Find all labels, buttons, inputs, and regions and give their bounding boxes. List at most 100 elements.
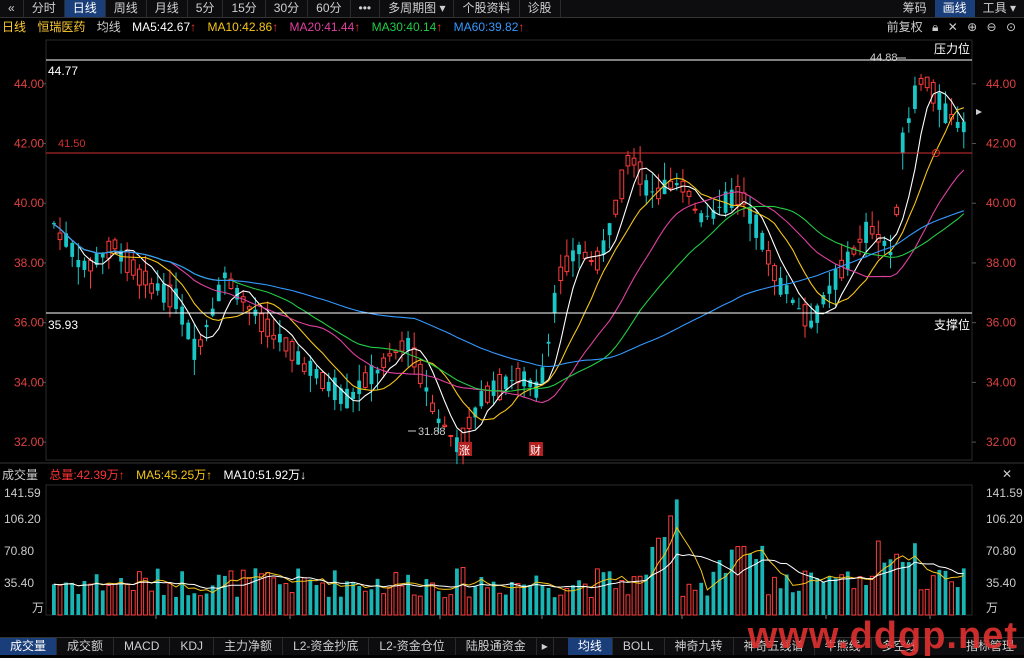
support-label: 支撑位 [934, 317, 970, 332]
tab-nine-turn[interactable]: 神奇九转 [665, 638, 734, 655]
candle [607, 223, 612, 236]
tag-cai[interactable]: 财 [530, 443, 541, 457]
volume-bar [375, 578, 380, 615]
candle [70, 242, 75, 257]
volume-bar [802, 570, 808, 616]
volume-bar [271, 577, 277, 616]
volume-bar [216, 574, 221, 615]
tab-volume[interactable]: 成交量 [0, 638, 58, 655]
tag-zhang[interactable]: 涨 [459, 444, 470, 457]
volume-bar [765, 594, 771, 616]
volume-bar [882, 562, 887, 615]
volume-close-icon[interactable]: ✕ [1002, 467, 1012, 481]
volume-bar [491, 581, 496, 615]
candle [271, 334, 277, 340]
candle [571, 250, 575, 262]
price-tick-right: 44.00 [986, 77, 1016, 91]
volume-info-line: 成交量 总量:42.39万↑ MA5:45.25万↑ MA10:51.92万↓ [0, 466, 1024, 484]
volume-bar [136, 571, 142, 616]
candle [833, 269, 838, 290]
volume-bar [674, 499, 679, 615]
ma20-line [53, 169, 965, 404]
volume-bar [937, 569, 942, 615]
volume-bar [259, 573, 264, 616]
volume-bar [149, 590, 154, 616]
current-price-pointer-icon [976, 109, 982, 115]
candle [424, 387, 429, 392]
candle [381, 357, 387, 368]
volume-bar [64, 582, 68, 615]
volume-tick-left: 106.20 [4, 512, 41, 526]
volume-bar [857, 576, 863, 616]
volume-bar [894, 553, 900, 616]
candle [918, 77, 924, 85]
candle [924, 76, 930, 89]
volume-bar [924, 588, 930, 616]
volume-bar [637, 575, 643, 616]
candle [930, 81, 936, 104]
candle [283, 337, 289, 352]
volume-bar [809, 572, 814, 615]
volume-bar [528, 584, 533, 615]
volume-bar [705, 595, 710, 615]
candle [510, 380, 514, 382]
tab-kdj[interactable]: KDJ [170, 638, 215, 655]
volume-bar [387, 586, 393, 616]
volume-bar [497, 592, 503, 616]
volume-bar [204, 593, 209, 615]
candle [784, 285, 789, 295]
volume-ma5: MA5:45.25万↑ [136, 468, 213, 482]
date-tick: 2022/07 [4, 619, 48, 620]
tab-l2-position[interactable]: L2-资金仓位 [369, 638, 456, 655]
volume-bar [784, 574, 789, 615]
volume-bar [607, 571, 612, 615]
candle [143, 270, 148, 286]
tab-l2-bottom[interactable]: L2-资金抄底 [283, 638, 370, 655]
volume-bar [662, 537, 667, 615]
tab-boll[interactable]: BOLL [613, 638, 665, 655]
candle [809, 320, 814, 328]
volume-bar [308, 579, 313, 615]
volume-bar [503, 594, 508, 615]
volume-bar [100, 590, 105, 615]
candle [289, 341, 295, 361]
volume-bar [442, 597, 448, 616]
candle [588, 259, 594, 262]
candle [259, 313, 264, 333]
tab-main-net[interactable]: 主力净额 [214, 638, 284, 655]
price-tick-left: 38.00 [14, 256, 44, 270]
candle [522, 371, 526, 387]
volume-bar [210, 585, 215, 615]
volume-tick-left: 35.40 [4, 576, 34, 590]
candle [869, 225, 875, 235]
candle [913, 85, 917, 109]
candle [436, 418, 441, 424]
candle [894, 206, 900, 216]
candle [387, 353, 393, 357]
date-tick: 10 [434, 619, 448, 620]
kline-chart[interactable]: 44.77 35.93 41.50 压力位 支撑位 44.88 31.88 涨 … [0, 0, 1024, 620]
tab-macd[interactable]: MACD [114, 638, 171, 655]
tab-turnover[interactable]: 成交额 [57, 638, 115, 655]
volume-bar [955, 587, 960, 615]
tabs-more-icon[interactable]: ▸ [537, 638, 554, 655]
tab-ma[interactable]: 均线 [567, 638, 613, 655]
volume-tick-right: 141.59 [986, 486, 1023, 500]
candle [100, 253, 105, 258]
volume-bar [130, 589, 136, 616]
candle [864, 221, 868, 243]
tab-hk-connect[interactable]: 陆股通资金 [456, 638, 537, 655]
candle [540, 367, 545, 384]
high-mark: 44.88 [870, 52, 898, 64]
candle [797, 308, 801, 310]
volume-bar [94, 574, 99, 615]
candle [668, 180, 674, 189]
candle [88, 259, 93, 272]
volume-bar [778, 588, 783, 615]
volume-bar [594, 568, 600, 616]
volume-bar [875, 540, 881, 616]
volume-bar [552, 597, 557, 615]
volume-bar [577, 580, 581, 615]
volume-bar [106, 584, 112, 616]
volume-bar [82, 580, 87, 615]
